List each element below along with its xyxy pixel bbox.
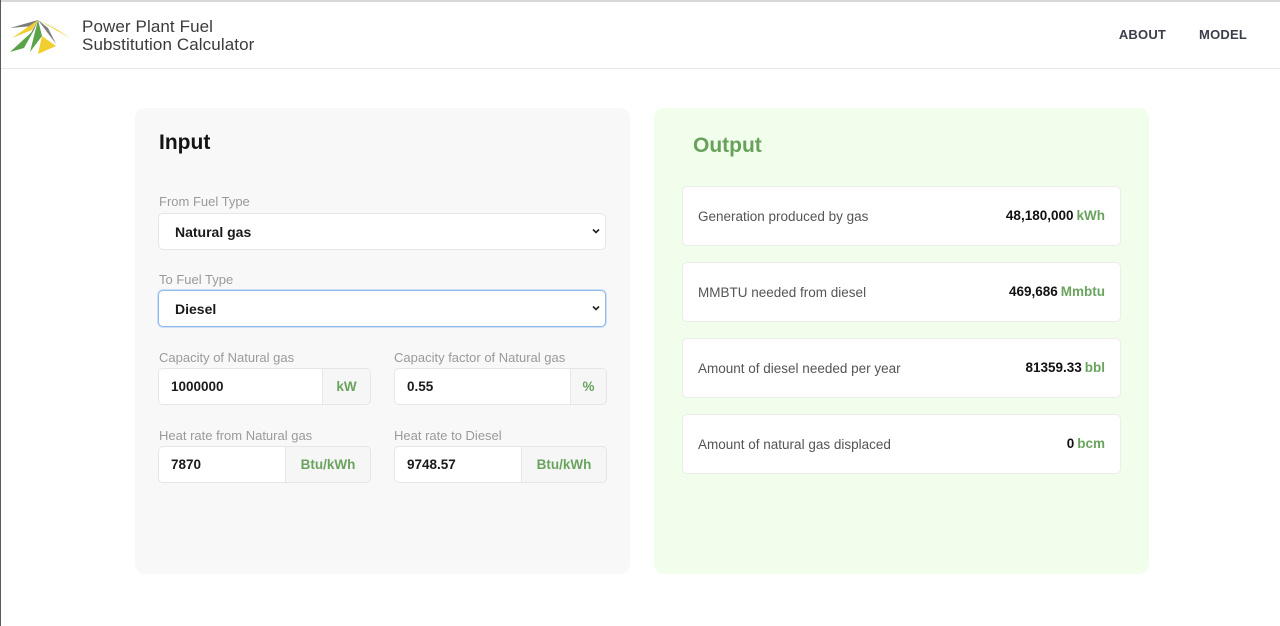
output-unit: bcm [1077, 436, 1105, 451]
app-title-line1: Power Plant Fuel [82, 17, 214, 36]
nav-model-link[interactable]: MODEL [1199, 27, 1247, 42]
capacity-factor-input[interactable]: 0.55 [394, 368, 571, 405]
app-title[interactable]: Power Plant Fuel Substitution Calculator [82, 18, 254, 54]
output-label: Generation produced by gas [698, 208, 869, 224]
output-row-generation: Generation produced by gas 48,180,000 kWh [682, 186, 1121, 246]
output-label: Amount of natural gas displaced [698, 436, 891, 452]
output-label: Amount of diesel needed per year [698, 360, 901, 376]
output-row-gas-displaced: Amount of natural gas displaced 0 bcm [682, 414, 1121, 474]
heat-rate-to-label: Heat rate to Diesel [394, 428, 502, 443]
capacity-input-group: 1000000 kW [158, 368, 371, 405]
output-row-mmbtu: MMBTU needed from diesel 469,686 Mmbtu [682, 262, 1121, 322]
output-value: 0 [1066, 436, 1075, 451]
to-fuel-label: To Fuel Type [159, 272, 234, 287]
output-value: 81359.33 [1025, 360, 1082, 375]
capacity-factor-label: Capacity factor of Natural gas [394, 350, 566, 365]
output-unit: Mmbtu [1060, 284, 1105, 299]
output-panel: Output Generation produced by gas 48,180… [654, 108, 1149, 574]
heat-rate-to-unit: Btu/kWh [522, 446, 607, 483]
app-title-line2: Substitution Calculator [82, 35, 255, 54]
input-title: Input [159, 131, 211, 154]
to-fuel-select[interactable]: Diesel [158, 290, 606, 327]
output-unit: bbl [1084, 360, 1105, 375]
capacity-factor-unit: % [571, 368, 607, 405]
capacity-unit: kW [323, 368, 371, 405]
from-fuel-value: Natural gas [175, 223, 252, 240]
heat-rate-to-input[interactable]: 9748.57 [394, 446, 522, 483]
output-unit: kWh [1076, 208, 1106, 223]
from-fuel-label: From Fuel Type [159, 194, 250, 209]
output-label: MMBTU needed from diesel [698, 284, 867, 300]
capacity-label: Capacity of Natural gas [159, 350, 295, 365]
navbar: Power Plant Fuel Substitution Calculator… [1, 2, 1280, 69]
heat-rate-from-label: Heat rate from Natural gas [159, 428, 313, 443]
output-value: 469,686 [1008, 284, 1058, 299]
chevron-down-icon [592, 228, 600, 234]
capacity-factor-input-group: 0.55 % [394, 368, 607, 405]
input-panel: Input From Fuel Type Natural gas To Fuel… [135, 108, 630, 574]
from-fuel-select[interactable]: Natural gas [158, 213, 606, 250]
window-left-border [0, 0, 1, 626]
to-fuel-value: Diesel [175, 300, 217, 317]
nav-about-link[interactable]: ABOUT [1119, 27, 1166, 42]
heat-rate-from-unit: Btu/kWh [286, 446, 371, 483]
heat-rate-to-input-group: 9748.57 Btu/kWh [394, 446, 607, 483]
heat-rate-from-input-group: 7870 Btu/kWh [158, 446, 371, 483]
capacity-input[interactable]: 1000000 [158, 368, 323, 405]
output-row-diesel-amount: Amount of diesel needed per year 81359.3… [682, 338, 1121, 398]
output-title: Output [693, 134, 762, 157]
nav-menu: ABOUT MODEL [1119, 27, 1247, 42]
logo-icon [10, 20, 70, 54]
output-value: 48,180,000 [1005, 208, 1074, 223]
heat-rate-from-input[interactable]: 7870 [158, 446, 286, 483]
chevron-down-icon [592, 305, 600, 311]
